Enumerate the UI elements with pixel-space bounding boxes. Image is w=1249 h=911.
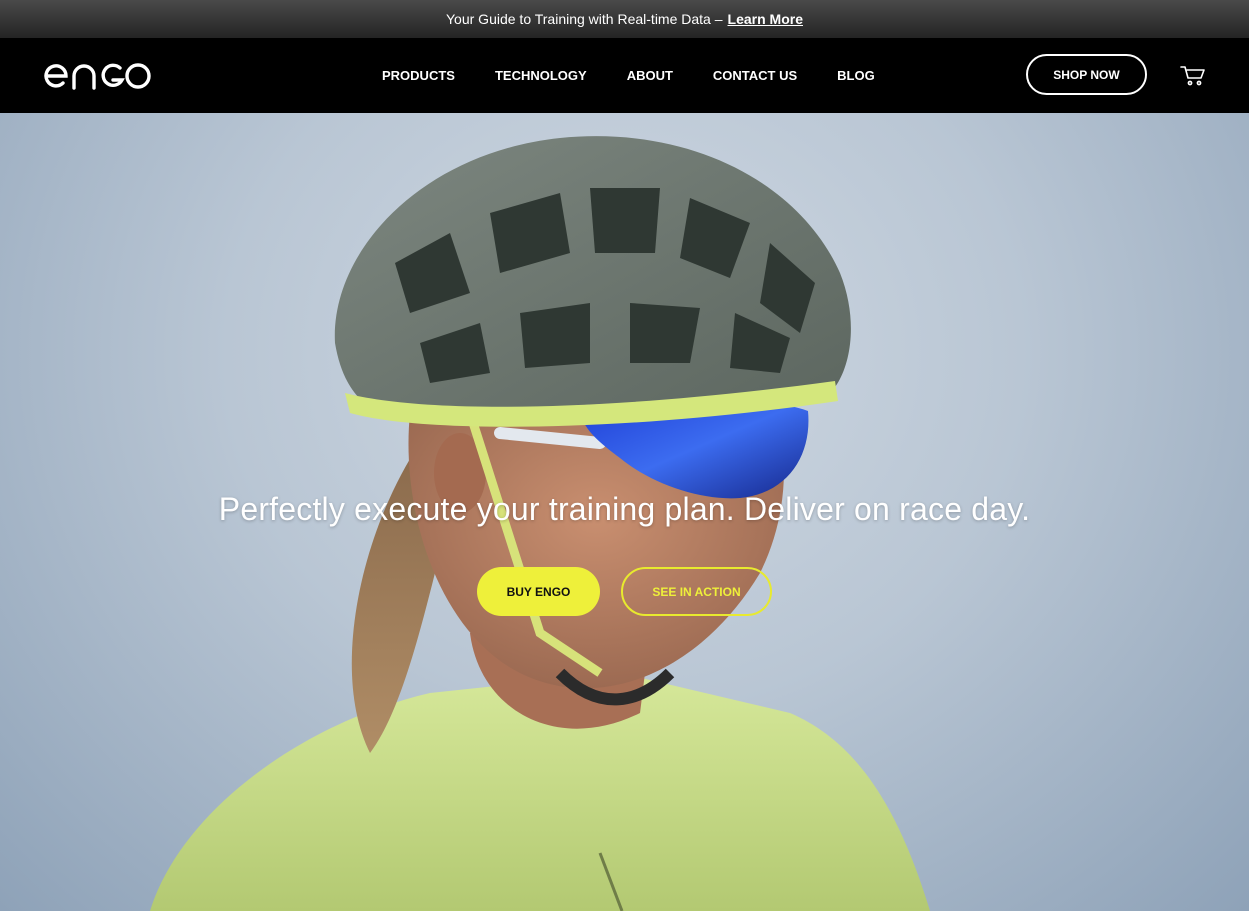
hero-section: Perfectly execute your training plan. De… [0,113,1249,911]
site-header: engo PRODUCTS TECHNOLOGY ABOUT CONTACT U… [0,38,1249,113]
engo-logo[interactable]: engo [44,60,152,92]
nav-technology[interactable]: TECHNOLOGY [495,68,587,83]
hero-headline: Perfectly execute your training plan. De… [218,491,1031,527]
shop-now-button[interactable]: SHOP NOW [1026,54,1147,95]
announcement-text: Your Guide to Training with Real-time Da… [446,11,723,27]
main-nav: PRODUCTS TECHNOLOGY ABOUT CONTACT US BLO… [382,68,915,83]
nav-about[interactable]: ABOUT [627,68,673,83]
announcement-bar: Your Guide to Training with Real-time Da… [0,0,1249,38]
see-in-action-button[interactable]: SEE IN ACTION [621,567,772,616]
buy-engo-button[interactable]: BUY ENGO [477,567,600,616]
cart-icon[interactable] [1180,65,1206,87]
learn-more-link[interactable]: Learn More [728,11,803,27]
nav-blog[interactable]: BLOG [837,68,875,83]
nav-products[interactable]: PRODUCTS [382,68,455,83]
nav-contact-us[interactable]: CONTACT US [713,68,797,83]
logo-mark [44,63,151,90]
